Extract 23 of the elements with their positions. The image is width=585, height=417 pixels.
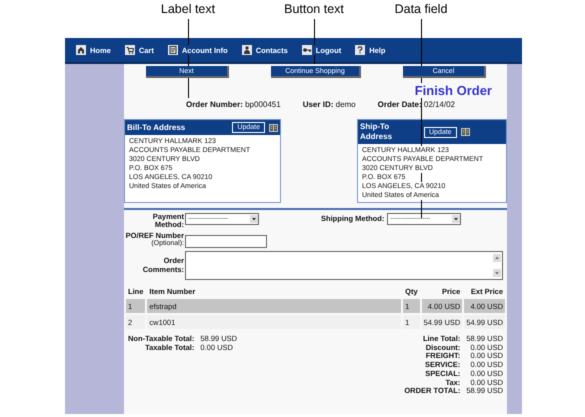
address-title: Bill-To Address (127, 122, 186, 132)
house-icon (76, 45, 86, 55)
scroll-up-icon[interactable] (493, 254, 501, 262)
callout-label: Data field (394, 2, 448, 16)
cart-icon (124, 45, 135, 55)
address-book-icon[interactable] (460, 128, 470, 136)
order-detail: Order Number: bp000451 (186, 100, 281, 109)
order-detail: User ID: demo (302, 100, 356, 109)
address-title: Ship-To Address (360, 122, 394, 142)
person-icon (242, 45, 252, 55)
key-icon (302, 45, 312, 55)
scroll-down-icon[interactable] (493, 269, 501, 277)
dropdown-arrow-icon (452, 215, 460, 223)
po-number-field[interactable] (185, 235, 267, 248)
page-title: Finish Order (414, 83, 492, 98)
dropdown-arrow-icon (250, 215, 258, 223)
callout-label: Button text (283, 2, 345, 16)
document-icon (168, 45, 178, 55)
help-icon (355, 45, 366, 55)
order-detail: Order Date: 02/14/02 (378, 100, 456, 109)
callout-label: Label text (160, 2, 216, 16)
address-book-icon[interactable] (269, 124, 278, 132)
comments-field[interactable] (185, 251, 503, 280)
